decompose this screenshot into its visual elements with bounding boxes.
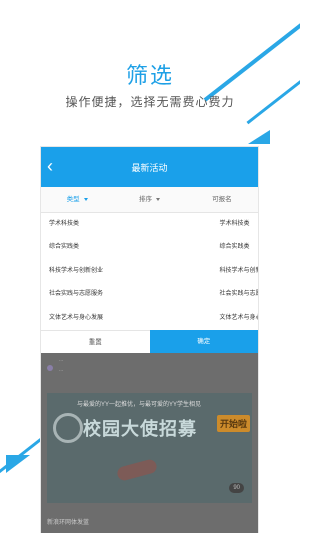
promo-subtitle: 操作便捷，选择无需费心费力 (65, 95, 235, 109)
confirm-button[interactable]: 确定 (149, 330, 258, 353)
location-icon (47, 365, 53, 371)
filter-available[interactable]: 可报名 (186, 187, 258, 212)
banner-tag: 开始啦 (217, 415, 251, 432)
banner-top-text: 与最爱的YY一起推优，与最可爱的YY学生相见 (77, 402, 202, 408)
decor-triangle (6, 455, 30, 473)
banner-counter: 90 (229, 483, 244, 493)
banner-headline: 校园大使招募 (83, 419, 197, 439)
filter-type-label: 类型 (66, 196, 80, 203)
nav-bar: ‹ 最新活动 (41, 147, 258, 187)
rocket-icon (115, 458, 159, 482)
nav-title: 最新活动 (131, 163, 168, 173)
caret-down-icon (155, 197, 160, 201)
dropdown-option[interactable]: 社会实践与志愿服务 (41, 283, 150, 306)
filter-sort-label: 排序 (138, 196, 152, 203)
dropdown-option[interactable]: 学术科技类 (41, 213, 150, 236)
dropdown-option[interactable]: 文体艺术与身心发展 (41, 307, 150, 330)
type-dropdown: 学术科技类 综合实践类 科技学术与创新创业 社会实践与志愿服务 文体艺术与身心发… (41, 213, 258, 330)
dropdown-column-left: 学术科技类 综合实践类 科技学术与创新创业 社会实践与志愿服务 文体艺术与身心发… (41, 213, 150, 330)
dropdown-option[interactable]: 科技学术与创新创... (150, 260, 259, 283)
dropdown-option[interactable]: 社会实践与志愿服务 (150, 283, 259, 306)
activity-banner[interactable]: 与最爱的YY一起推优，与最可爱的YY学生相见 校园大使招募 开始啦 90 (47, 393, 252, 503)
dropdown-column-right: 学术科技类 综合实践类 科技学术与创新创... 社会实践与志愿服务 文体艺术与身… (150, 213, 259, 330)
dropdown-option[interactable]: 综合实践类 (150, 236, 259, 259)
dropdown-option[interactable]: 文体艺术与身心发展 (150, 307, 259, 330)
filter-type[interactable]: 类型 (41, 187, 113, 212)
caret-down-icon (83, 197, 88, 201)
reset-button[interactable]: 重置 (41, 330, 150, 353)
activity-location: ... (59, 357, 64, 363)
dimmed-content: ... ... 与最爱的YY一起推优，与最可爱的YY学生相见 校园大使招募 开始… (41, 353, 258, 533)
dropdown-option[interactable]: 科技学术与创新创业 (41, 260, 150, 283)
clock-icon (53, 413, 83, 443)
decor-triangle (248, 130, 270, 144)
activity-title: 新浪环网体发蓝 (47, 520, 90, 526)
dropdown-option[interactable]: 学术科技类 (150, 213, 259, 236)
filter-available-label: 可报名 (212, 196, 232, 203)
dropdown-actions: 重置 确定 (41, 330, 258, 353)
filter-sort[interactable]: 排序 (113, 187, 185, 212)
activity-time: ... (59, 367, 64, 373)
promo-title: 筛选 (125, 63, 174, 88)
filter-bar: 类型 排序 可报名 (41, 187, 258, 213)
phone-screen: ‹ 最新活动 类型 排序 可报名 学术科技类 综合实践类 科技学术与创新创业 社… (41, 147, 258, 533)
decor-stripe (0, 436, 44, 483)
dropdown-option[interactable]: 综合实践类 (41, 236, 150, 259)
